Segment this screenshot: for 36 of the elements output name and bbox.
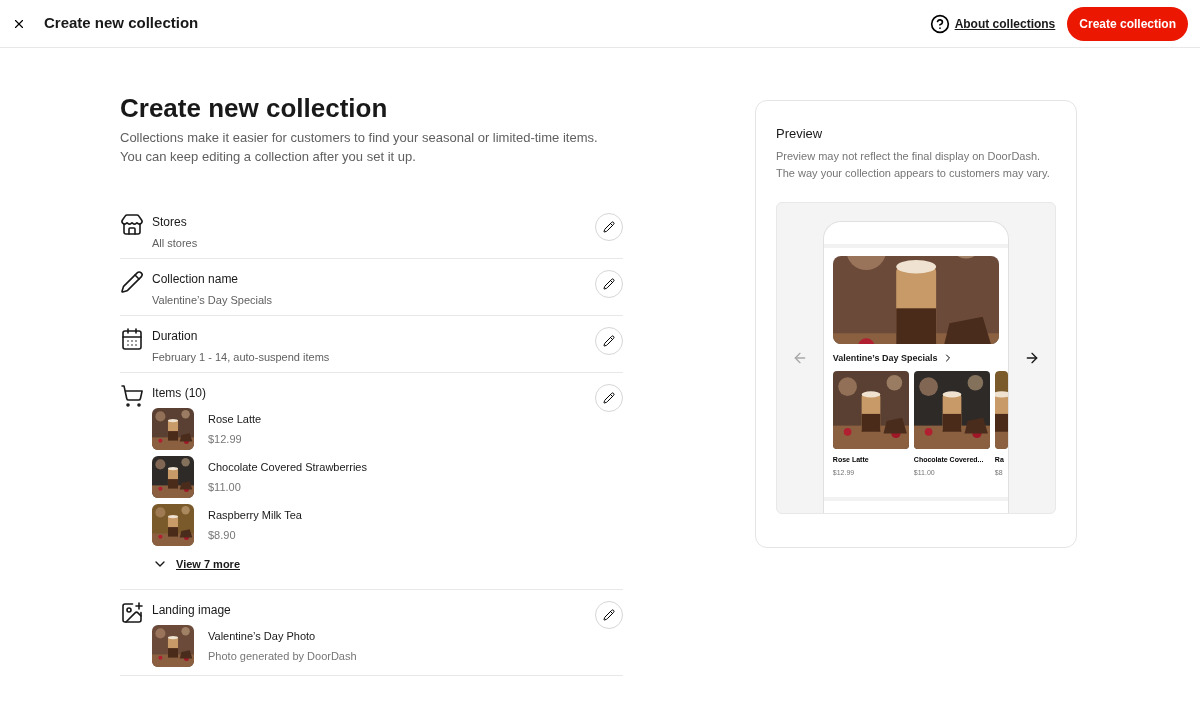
section-label: Landing image <box>152 602 232 618</box>
section-value: February 1 - 14, auto-suspend items <box>152 350 331 364</box>
calendar-icon <box>120 327 144 351</box>
pencil-icon <box>603 221 615 233</box>
item-price: $8.90 <box>208 528 237 542</box>
preview-note: Preview may not reflect the final display on DoorDash. The way your collection appears to customers may vary. <box>776 148 1051 181</box>
section-label: Duration <box>152 329 199 344</box>
header-title: Create new collection <box>44 13 199 34</box>
store-icon <box>120 213 144 237</box>
pencil-icon <box>603 608 615 621</box>
item-price: $12.99 <box>208 432 243 446</box>
collection-title: Valentine’s Day Specials <box>832 351 938 365</box>
help-icon <box>929 13 950 34</box>
pencil-icon <box>603 335 615 347</box>
section-label: Stores <box>152 215 188 230</box>
view-more-link[interactable]: View 7 more <box>152 556 579 573</box>
cart-icon <box>120 384 144 408</box>
section-value: All stores <box>152 236 199 250</box>
item-name: Rose Latte <box>208 412 262 426</box>
preview-title: Preview <box>776 125 824 143</box>
pencil-icon <box>603 392 615 404</box>
page-description: Collections make it easier for customers to find your seasonal or limited-time items. You can keep editing a collection after you set it up. <box>120 129 599 166</box>
item-price: $11.00 <box>208 480 242 494</box>
image-add-icon <box>120 600 144 625</box>
section-label: Items (10) <box>152 386 207 401</box>
about-link[interactable]: About collections <box>954 14 1056 33</box>
item-name: Valentine’s Day Photo <box>208 628 317 643</box>
page-title: Create new collection <box>120 92 389 124</box>
section-label: Collection name <box>152 272 240 287</box>
pencil-icon <box>603 278 615 290</box>
item-price: Photo generated by DoorDash <box>208 648 357 663</box>
item-name: Chocolate Covered Strawberries <box>208 460 367 474</box>
create-collection-button[interactable]: Create collection <box>1067 6 1188 41</box>
section-value: Valentine’s Day Specials <box>152 293 274 307</box>
item-name: Raspberry Milk Tea <box>208 508 302 522</box>
pencil-icon <box>120 270 144 294</box>
